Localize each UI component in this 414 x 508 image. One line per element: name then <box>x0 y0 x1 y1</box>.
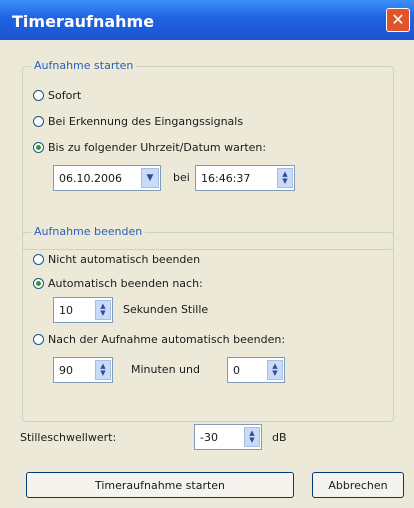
radio-label: Automatisch beenden nach: <box>48 277 203 290</box>
radio-label: Bei Erkennung des Eingangssignals <box>48 115 244 128</box>
silence-seconds-value: 10 <box>59 303 73 317</box>
radio-on-input-signal[interactable]: Bei Erkennung des Eingangssignals <box>33 115 243 128</box>
radio-wait-until-time[interactable]: Bis zu folgender Uhrzeit/Datum warten: <box>33 141 266 154</box>
radio-circle[interactable] <box>33 254 44 265</box>
silence-seconds-label: Sekunden Stille <box>123 303 209 316</box>
radio-label: Sofort <box>48 89 82 102</box>
dialog-title: Timeraufnahme <box>12 12 155 31</box>
threshold-unit-label: dB <box>272 431 287 444</box>
minutes-value: 90 <box>59 363 73 377</box>
dialog-title-bar: Timeraufnahme ✕ <box>0 0 414 40</box>
start-recording-group: Aufnahme starten Sofort Bei Erkennung de… <box>22 59 394 250</box>
start-timer-recording-button[interactable]: Timeraufnahme starten <box>26 472 294 498</box>
radio-auto-stop-after[interactable]: Automatisch beenden nach: <box>33 277 203 290</box>
at-label: bei <box>173 171 190 184</box>
spin-arrows-icon[interactable]: ▲ ▼ <box>277 168 293 188</box>
seconds-value: 0 <box>233 363 240 377</box>
spin-arrows-icon[interactable]: ▲ ▼ <box>244 427 260 447</box>
radio-no-auto-stop[interactable]: Nicht automatisch beenden <box>33 253 200 266</box>
spin-arrows-icon[interactable]: ▲ ▼ <box>95 300 111 320</box>
spin-arrows-icon[interactable]: ▲ ▼ <box>95 360 111 380</box>
silence-threshold-stepper[interactable]: -30 ▲ ▼ <box>194 424 262 450</box>
radio-circle[interactable] <box>33 334 44 345</box>
minutes-label: Minuten und <box>131 363 200 376</box>
radio-immediately[interactable]: Sofort <box>33 89 81 102</box>
cancel-button[interactable]: Abbrechen <box>312 472 404 498</box>
radio-label: Nach der Aufnahme automatisch beenden: <box>48 333 286 346</box>
chevron-down-icon[interactable]: ▼ <box>141 168 159 188</box>
end-group-legend: Aufnahme beenden <box>31 225 146 238</box>
date-picker[interactable]: 06.10.2006 ▼ <box>53 165 161 191</box>
seconds-stepper[interactable]: 0 ▲ ▼ <box>227 357 285 383</box>
radio-label: Nicht automatisch beenden <box>48 253 201 266</box>
radio-label: Bis zu folgender Uhrzeit/Datum warten: <box>48 141 267 154</box>
radio-circle[interactable] <box>33 116 44 127</box>
time-input[interactable]: 16:46:37 ▲ ▼ <box>195 165 295 191</box>
silence-threshold-value: -30 <box>200 430 218 444</box>
radio-circle-selected[interactable] <box>33 278 44 289</box>
minutes-stepper[interactable]: 90 ▲ ▼ <box>53 357 113 383</box>
radio-circle[interactable] <box>33 90 44 101</box>
start-group-legend: Aufnahme starten <box>31 59 137 72</box>
silence-threshold-label: Stilleschwellwert: <box>20 431 117 444</box>
radio-circle-selected[interactable] <box>33 142 44 153</box>
radio-auto-stop-duration[interactable]: Nach der Aufnahme automatisch beenden: <box>33 333 285 346</box>
date-value: 06.10.2006 <box>59 171 122 185</box>
time-value: 16:46:37 <box>201 171 251 185</box>
end-recording-group: Aufnahme beenden Nicht automatisch beend… <box>22 225 394 422</box>
dialog-body: Aufnahme starten Sofort Bei Erkennung de… <box>4 40 410 504</box>
silence-seconds-stepper[interactable]: 10 ▲ ▼ <box>53 297 113 323</box>
close-icon[interactable]: ✕ <box>386 8 410 32</box>
spin-arrows-icon[interactable]: ▲ ▼ <box>267 360 283 380</box>
